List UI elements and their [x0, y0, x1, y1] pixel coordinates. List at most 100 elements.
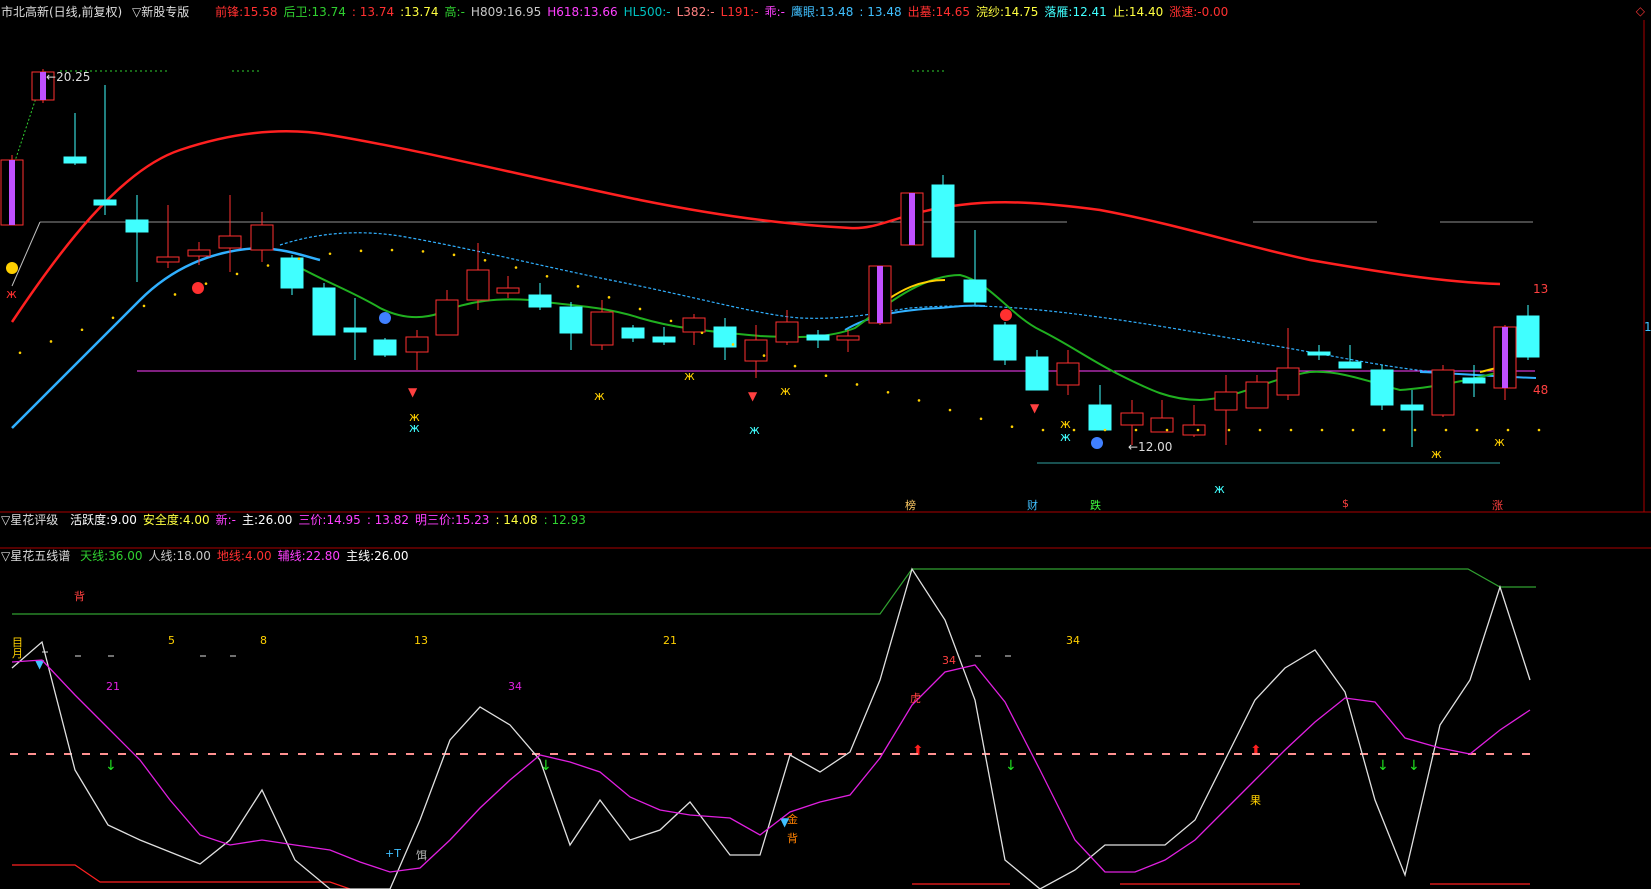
candle-body[interactable] — [744, 339, 768, 362]
projection-dot — [297, 257, 301, 260]
projection-dot — [576, 285, 580, 288]
candle-body[interactable] — [63, 156, 87, 164]
candle-body[interactable] — [1120, 412, 1144, 426]
butterfly-icon: ж — [780, 384, 791, 398]
p3-value: 36.00 — [108, 549, 143, 563]
projection-dot — [142, 304, 146, 308]
candle-body[interactable] — [559, 306, 583, 334]
rating-panel-title[interactable]: 星花评级 — [10, 511, 58, 529]
candle-body[interactable] — [187, 249, 211, 257]
hdr-item-6: H618:13.66 — [547, 3, 617, 21]
projection-dot — [1351, 428, 1355, 432]
aux-oscillator-line — [11, 659, 1531, 873]
candle-body[interactable] — [250, 224, 274, 251]
hdr-item-11: 鹰眼:13.48 — [791, 3, 853, 21]
projection-dot — [948, 408, 952, 412]
candle-body[interactable] — [218, 235, 242, 249]
candle-body[interactable] — [993, 324, 1017, 361]
header-bar: 市北高新(日线,前复权) ▽新股专版 前锋:15.58 后卫:13.74 : 13.… — [0, 3, 1651, 21]
bei2-marker: 背 — [787, 832, 798, 845]
projection-dot — [545, 275, 549, 278]
p3-label: 地线: — [216, 549, 245, 563]
projection-dot — [49, 340, 53, 343]
projection-dot — [1227, 428, 1231, 432]
p2-value: 4.00 — [182, 513, 210, 527]
candle-body[interactable] — [280, 257, 304, 289]
candle-body[interactable] — [931, 184, 955, 258]
hdr-value: : 13.48 — [859, 5, 902, 19]
hdr-item-0: 前锋:15.58 — [215, 3, 277, 21]
candle-body[interactable] — [1214, 391, 1238, 411]
dropdown-triangle-icon[interactable]: ▽ — [132, 3, 141, 21]
p3-item-0: 天线:36.00 — [80, 547, 142, 565]
projection-dot — [762, 354, 766, 357]
projection-dot — [979, 417, 983, 421]
candle-body[interactable] — [652, 336, 676, 343]
hdr-value: 13.74 — [311, 5, 346, 19]
projection-dot — [700, 331, 704, 335]
p2-label: 安全度: — [142, 513, 183, 527]
t-marker: +T — [385, 847, 401, 860]
candle-body[interactable] — [1150, 417, 1174, 433]
ground-line — [12, 864, 351, 889]
candle-body[interactable] — [528, 294, 552, 308]
candle-body[interactable] — [806, 334, 830, 341]
candle-body[interactable] — [1400, 404, 1424, 411]
candle-body[interactable] — [836, 335, 860, 341]
down-arrow-icon: ↓ — [105, 758, 117, 774]
candle-body[interactable] — [1370, 369, 1394, 406]
candle-body[interactable] — [496, 287, 520, 294]
butterfly-icon: ж — [749, 423, 760, 437]
kline-chart-canvas[interactable]: ↓ ↓ ↓ ↓ ↓⬆ ⬆жжжжж жжжжжжж▼ ▼▼▼▼ — [0, 0, 1651, 889]
candle-body[interactable] — [1088, 404, 1112, 431]
candle-highlight — [9, 160, 15, 225]
butterfly-icon: ж — [1060, 417, 1071, 431]
stock-title[interactable]: 市北高新(日线,前复权) — [1, 3, 122, 21]
candle-body[interactable] — [466, 269, 490, 301]
candle-body[interactable] — [1307, 351, 1331, 356]
p3-value: 26.00 — [374, 549, 409, 563]
candle-body[interactable] — [590, 311, 614, 346]
p2-item-3: 主:26.00 — [242, 511, 292, 529]
candle-body[interactable] — [621, 327, 645, 339]
hdr-item-8: L382:- — [677, 3, 715, 21]
candle-body[interactable] — [682, 317, 706, 333]
hdr-label: 涨速: — [1169, 5, 1198, 19]
candle-body[interactable] — [125, 219, 149, 233]
p2-item-7: : 14.08 — [495, 511, 537, 529]
menu-label[interactable]: 新股专版 — [141, 3, 189, 21]
candle-body[interactable] — [373, 339, 397, 356]
candle-body[interactable] — [1431, 369, 1455, 416]
candle-body[interactable] — [343, 327, 367, 333]
hu-marker: 虎 — [910, 692, 921, 705]
diamond-gem-icon: ▼ — [748, 389, 758, 403]
candle-body[interactable] — [1182, 424, 1206, 436]
projection-dot — [669, 319, 673, 323]
candle-body[interactable] — [1338, 361, 1362, 369]
projection-dot — [204, 282, 208, 285]
candle-body[interactable] — [1462, 377, 1486, 384]
candle-body[interactable] — [1245, 381, 1269, 409]
candle-body[interactable] — [1516, 315, 1540, 358]
candle-body[interactable] — [1025, 356, 1049, 391]
candle-body[interactable] — [963, 279, 987, 303]
candle-body[interactable] — [405, 336, 429, 353]
candle-body[interactable] — [435, 299, 459, 336]
ball-icon — [6, 262, 18, 274]
candle-body[interactable] — [1056, 362, 1080, 386]
butterfly-icon: ж — [1494, 435, 1505, 449]
hdr-item-1: 后卫:13.74 — [284, 3, 346, 21]
fiveline-panel-title[interactable]: 星花五线谱 — [10, 547, 70, 565]
candle-body[interactable] — [775, 321, 799, 343]
candle-body[interactable] — [156, 256, 180, 263]
fiveline-panel-header: ▽星花五线谱 天线:36.00 人线:18.00 地线:4.00 辅线:22.80 主线… — [0, 547, 1651, 565]
projection-dot — [235, 272, 239, 276]
candle-body[interactable] — [1276, 367, 1300, 396]
candle-body[interactable] — [93, 199, 117, 206]
projection-dot — [390, 248, 394, 252]
dropdown-triangle-icon[interactable]: ▽ — [1, 547, 10, 565]
dropdown-triangle-icon[interactable]: ▽ — [1, 511, 10, 529]
ma-red-line — [10, 130, 1501, 323]
diamond-icon[interactable]: ◇ — [1636, 4, 1645, 18]
candle-body[interactable] — [312, 287, 336, 336]
